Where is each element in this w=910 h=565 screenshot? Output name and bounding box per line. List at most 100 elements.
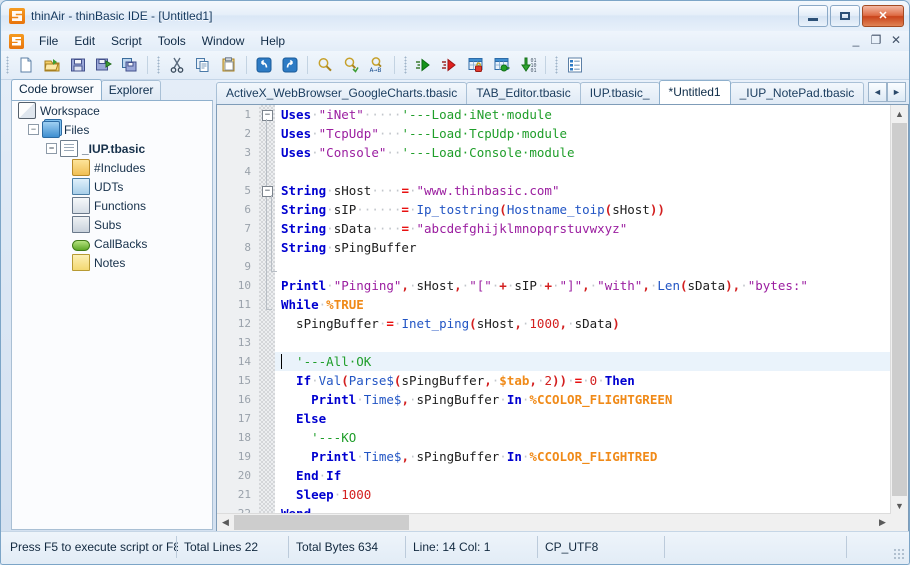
editor-tab-tab-editor[interactable]: TAB_Editor.tbasic [466,82,581,104]
toolbar-grip-3[interactable] [404,56,407,74]
code-line[interactable]: Printl·"Pinging",·sHost,·"["·+·sIP·+·"]"… [275,276,908,295]
scroll-left-icon[interactable]: ◀ [217,514,234,531]
minimize-button[interactable] [798,5,828,27]
tree-node-callbacks[interactable]: CallBacks [12,234,212,253]
code-line[interactable]: Uses·"iNet"·····'---Load·iNet·module [275,105,908,124]
toolbar-grip-4[interactable] [555,56,558,74]
mdi-restore-button[interactable]: ❐ [869,33,883,47]
code-line[interactable]: String·sPingBuffer [275,238,908,257]
run-script-button[interactable] [411,52,437,78]
code-browser-tree[interactable]: Workspace − Files − _IUP.tbasic #Include… [11,100,213,530]
save-all-button[interactable] [117,52,143,78]
save-as-button[interactable] [91,52,117,78]
code-token: , [582,278,590,293]
toolbar-grip-2[interactable] [157,56,160,74]
redo-button[interactable] [277,52,303,78]
tree-node-files[interactable]: − Files [12,120,212,139]
menu-edit[interactable]: Edit [66,32,103,50]
code-line[interactable]: String·sHost····=·"www.thinbasic.com" [275,181,908,200]
menu-script[interactable]: Script [103,32,150,50]
find-next-button[interactable] [338,52,364,78]
code-line[interactable]: '---KO [275,428,908,447]
code-line[interactable]: If·Val(Parse$(sPingBuffer,·$tab,·2))·=·0… [275,371,908,390]
menu-tools[interactable]: Tools [150,32,194,50]
vertical-scrollbar[interactable]: ▲ ▼ [890,105,908,514]
code-editor[interactable]: 12345678910111213141516171819202122 − − … [216,104,909,532]
expander-files[interactable]: − [28,124,39,135]
code-line[interactable]: Sleep·1000 [275,485,908,504]
replace-button[interactable]: A→B [364,52,390,78]
tree-node-functions[interactable]: Functions [12,196,212,215]
toolbar-grip[interactable] [6,56,9,74]
tree-node-subs[interactable]: Subs [12,215,212,234]
code-line[interactable]: String·sIP······=·Ip_tostring(Hostname_t… [275,200,908,219]
tree-node-label: _IUP.tbasic [82,141,146,156]
new-file-button[interactable] [13,52,39,78]
menu-file[interactable]: File [31,32,66,50]
mdi-minimize-button[interactable]: _ [849,33,863,47]
tree-node-includes[interactable]: #Includes [12,158,212,177]
code-line[interactable]: Else [275,409,908,428]
tab-scroll-left-button[interactable]: ◄ [868,82,887,102]
code-line[interactable]: '---All·OK [275,352,908,371]
scrollbar-corner [891,514,908,531]
unlock-module-button[interactable] [489,52,515,78]
scroll-up-icon[interactable]: ▲ [891,105,908,122]
menu-window[interactable]: Window [194,32,253,50]
find-button[interactable] [312,52,338,78]
status-total-bytes: Total Bytes 634 [296,540,379,554]
undo-button[interactable] [251,52,277,78]
lock-module-button[interactable] [463,52,489,78]
editor-tab-iup[interactable]: IUP.tbasic_ [579,82,660,104]
properties-button[interactable] [562,52,588,78]
tab-explorer[interactable]: Explorer [100,80,162,100]
code-line[interactable]: Uses·"Console"··'---Load·Console·module [275,143,908,162]
editor-tab-untitled1[interactable]: *Untitled1 [658,80,731,104]
code-line[interactable] [275,162,908,181]
tree-node-workspace[interactable]: Workspace [12,101,212,120]
code-text-area[interactable]: Uses·"iNet"·····'---Load·iNet·module Uses… [275,105,908,531]
code-line[interactable] [275,333,908,352]
save-file-button[interactable] [65,52,91,78]
code-line[interactable]: Uses·"TcpUdp"···'---Load·TcpUdp·module [275,124,908,143]
copy-button[interactable] [190,52,216,78]
code-line[interactable]: sPingBuffer·=·Inet_ping(sHost,·1000,·sDa… [275,314,908,333]
expander-iup[interactable]: − [46,143,57,154]
fold-box-while[interactable]: − [262,110,273,121]
code-line[interactable] [275,257,908,276]
open-file-button[interactable] [39,52,65,78]
editor-tab-activex[interactable]: ActiveX_WebBrowser_GoogleCharts.tbasic [216,82,468,104]
code-token: · [567,316,575,331]
editor-tab-iup-notepad[interactable]: _IUP_NotePad.tbasic [729,82,865,104]
tree-node-notes[interactable]: Notes [12,253,212,272]
window-size-grip[interactable] [893,548,905,560]
horizontal-scrollbar[interactable]: ◀ ▶ [217,513,891,531]
debug-script-button[interactable] [437,52,463,78]
download-button[interactable]: 01 10 01 [515,52,541,78]
code-line[interactable]: While·%TRUE [275,295,908,314]
vertical-scroll-thumb[interactable] [892,123,907,496]
code-token: Inet_ping [401,316,470,331]
code-line[interactable]: End·If [275,466,908,485]
menu-help[interactable]: Help [252,32,293,50]
code-line[interactable]: String·sData····=·"abcdefghijklmnopqrstu… [275,219,908,238]
tab-scroll-right-button[interactable]: ► [887,82,906,102]
mdi-close-button[interactable]: ✕ [889,33,903,47]
scroll-right-icon[interactable]: ▶ [874,514,891,531]
code-token: %TRUE [326,297,364,312]
cut-button[interactable] [164,52,190,78]
tree-node-udts[interactable]: UDTs [12,177,212,196]
tree-node-iup-tbasic[interactable]: − _IUP.tbasic [12,139,212,158]
maximize-button[interactable] [830,5,860,27]
close-button[interactable]: ✕ [862,5,904,27]
tab-code-browser[interactable]: Code browser [11,79,102,100]
tree-node-label: Files [64,122,90,137]
code-line[interactable]: Printl·Time$,·sPingBuffer·In·%CCOLOR_FLI… [275,390,908,409]
code-line[interactable]: Printl·Time$,·sPingBuffer·In·%CCOLOR_FLI… [275,447,908,466]
line-number: 5 [244,184,251,197]
scroll-down-icon[interactable]: ▼ [891,497,908,514]
fold-margin[interactable]: − − [259,105,277,531]
code-token: , [401,392,409,407]
code-token: · [597,373,605,388]
paste-button[interactable] [216,52,242,78]
